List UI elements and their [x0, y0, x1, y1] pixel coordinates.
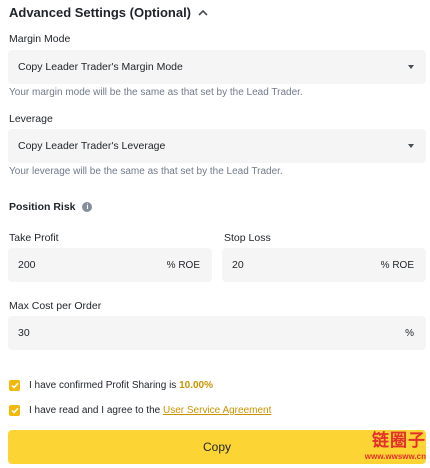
checkmark-icon: [10, 382, 19, 389]
leverage-value: Copy Leader Trader's Leverage: [18, 140, 166, 152]
watermark: 链圈子 www.wwsww.cn: [365, 426, 426, 461]
profit-sharing-value: 10.00%: [179, 380, 213, 391]
copy-button[interactable]: Copy: [8, 430, 426, 464]
terms-row[interactable]: I have read and I agree to the User Serv…: [9, 405, 271, 416]
margin-mode-hint: Your margin mode will be the same as tha…: [9, 87, 303, 98]
leverage-hint: Your leverage will be the same as that s…: [9, 166, 283, 177]
user-service-agreement-link[interactable]: User Service Agreement: [163, 405, 271, 416]
max-cost-label: Max Cost per Order: [9, 300, 102, 312]
stop-loss-input[interactable]: 20 % ROE: [222, 248, 426, 282]
terms-text: I have read and I agree to the User Serv…: [29, 405, 271, 416]
profit-sharing-prefix: I have confirmed Profit Sharing is: [29, 380, 180, 391]
advanced-settings-title: Advanced Settings (Optional): [9, 5, 192, 20]
profit-sharing-text: I have confirmed Profit Sharing is 10.00…: [29, 380, 213, 391]
margin-mode-select[interactable]: Copy Leader Trader's Margin Mode: [8, 50, 426, 84]
caret-down-icon: [408, 65, 414, 69]
info-icon[interactable]: i: [82, 202, 93, 213]
max-cost-input[interactable]: 30 %: [8, 316, 426, 350]
chevron-up-icon[interactable]: [197, 7, 209, 19]
stop-loss-unit: % ROE: [380, 259, 414, 271]
margin-mode-value: Copy Leader Trader's Margin Mode: [18, 61, 183, 73]
max-cost-value: 30: [18, 327, 30, 339]
stop-loss-value: 20: [232, 259, 244, 271]
checkmark-icon: [10, 407, 19, 414]
profit-sharing-row[interactable]: I have confirmed Profit Sharing is 10.00…: [9, 380, 213, 391]
terms-prefix: I have read and I agree to the: [29, 405, 163, 416]
caret-down-icon: [408, 144, 414, 148]
profit-sharing-checkbox[interactable]: [9, 380, 20, 391]
leverage-select[interactable]: Copy Leader Trader's Leverage: [8, 129, 426, 163]
take-profit-value: 200: [18, 259, 36, 271]
stop-loss-label: Stop Loss: [224, 232, 271, 244]
position-risk-label: Position Risk: [9, 201, 76, 213]
take-profit-unit: % ROE: [166, 259, 200, 271]
position-risk-heading: Position Risk i: [9, 201, 93, 213]
max-cost-unit: %: [405, 327, 414, 339]
watermark-main: 链圈子: [372, 431, 426, 450]
margin-mode-label: Margin Mode: [9, 33, 71, 45]
leverage-label: Leverage: [9, 113, 53, 125]
watermark-sub: www.wwsww.cn: [364, 452, 426, 461]
advanced-settings-header[interactable]: Advanced Settings (Optional): [9, 5, 209, 20]
take-profit-input[interactable]: 200 % ROE: [8, 248, 212, 282]
terms-checkbox[interactable]: [9, 405, 20, 416]
take-profit-label: Take Profit: [9, 232, 59, 244]
